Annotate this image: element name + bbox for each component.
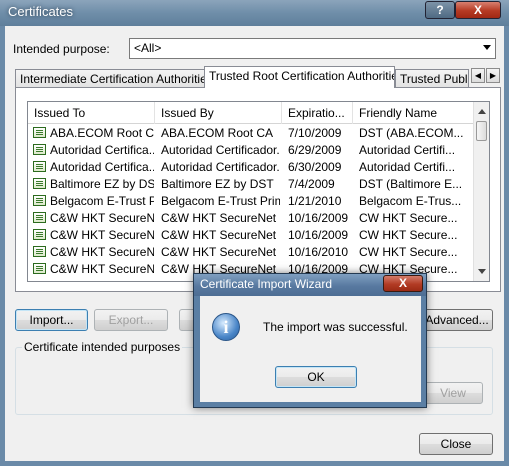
cell-expiration: 7/4/2009 bbox=[288, 177, 335, 191]
table-row[interactable]: C&W HKT SecureN... C&W HKT SecureNet ... 1… bbox=[28, 210, 475, 227]
certificate-icon bbox=[33, 263, 46, 274]
list-scrollbar[interactable] bbox=[473, 102, 489, 281]
certificate-icon bbox=[33, 246, 46, 257]
cell-issued-by: Autoridad Certificador... bbox=[161, 143, 280, 157]
cell-issued-by: ABA.ECOM Root CA bbox=[161, 126, 274, 140]
certificate-icon bbox=[33, 178, 46, 189]
certificate-icon bbox=[33, 161, 46, 172]
intended-purposes-legend: Certificate intended purposes bbox=[22, 340, 183, 354]
tab-scroll-right-icon[interactable]: ▶ bbox=[486, 68, 500, 83]
wizard-message: The import was successful. bbox=[263, 320, 408, 334]
table-row[interactable]: C&W HKT SecureN... C&W HKT SecureNet ... 1… bbox=[28, 227, 475, 244]
table-row[interactable]: C&W HKT SecureN... C&W HKT SecureNet ... 1… bbox=[28, 244, 475, 261]
cell-issued-by: Belgacom E-Trust Prim... bbox=[161, 194, 280, 208]
cell-issued-to: Autoridad Certifica... bbox=[50, 143, 154, 157]
tab-scroll-left-icon[interactable]: ◀ bbox=[471, 68, 485, 83]
cell-issued-by: C&W HKT SecureNet ... bbox=[161, 228, 280, 242]
certificate-icon bbox=[33, 212, 46, 223]
window-title: Certificates bbox=[8, 4, 74, 19]
cell-issued-to: C&W HKT SecureN... bbox=[50, 228, 154, 242]
cell-issued-to: C&W HKT SecureN... bbox=[50, 211, 154, 225]
tab-trusted-publishers[interactable]: Trusted Publi bbox=[395, 69, 469, 88]
cell-issued-to: C&W HKT SecureN... bbox=[50, 245, 154, 259]
scroll-up-icon[interactable] bbox=[478, 109, 486, 114]
intended-purpose-select[interactable]: <All> bbox=[129, 38, 496, 59]
scroll-down-icon[interactable] bbox=[478, 269, 486, 274]
list-rows: ABA.ECOM Root CA ABA.ECOM Root CA 7/10/200… bbox=[28, 125, 475, 278]
import-wizard-dialog: Certificate Import Wizard X i The import… bbox=[193, 273, 427, 408]
column-issued-to[interactable]: Issued To bbox=[28, 102, 155, 124]
cell-issued-to: Belgacom E-Trust P... bbox=[50, 194, 154, 208]
cell-expiration: 10/16/2010 bbox=[288, 245, 349, 259]
close-button[interactable]: Close bbox=[419, 433, 493, 455]
wizard-body: i The import was successful. OK bbox=[200, 296, 421, 402]
cell-expiration: 7/10/2009 bbox=[288, 126, 342, 140]
list-header: Issued To Issued By Expiratio... Friendl… bbox=[28, 102, 475, 124]
chevron-down-icon[interactable] bbox=[483, 45, 491, 50]
column-issued-by[interactable]: Issued By bbox=[155, 102, 282, 124]
intended-purpose-label: Intended purpose: bbox=[13, 42, 110, 56]
wizard-close-button[interactable]: X bbox=[383, 275, 423, 292]
table-row[interactable]: Autoridad Certifica... Autoridad Certific… bbox=[28, 142, 475, 159]
cell-issued-by: Autoridad Certificador... bbox=[161, 160, 280, 174]
cell-issued-to: Autoridad Certifica... bbox=[50, 160, 154, 174]
cell-issued-by: Baltimore EZ by DST bbox=[161, 177, 274, 191]
certificate-icon bbox=[33, 127, 46, 138]
cell-issued-to: Baltimore EZ by DST bbox=[50, 177, 154, 191]
scroll-thumb[interactable] bbox=[476, 121, 487, 141]
info-icon: i bbox=[212, 313, 240, 341]
table-row[interactable]: Autoridad Certifica... Autoridad Certific… bbox=[28, 159, 475, 176]
cell-friendly-name: Autoridad Certifi... bbox=[359, 143, 456, 157]
cell-issued-by: C&W HKT SecureNet ... bbox=[161, 211, 280, 225]
column-expiration[interactable]: Expiratio... bbox=[282, 102, 353, 124]
title-bar[interactable]: Certificates ? X bbox=[0, 0, 509, 26]
ok-button[interactable]: OK bbox=[275, 366, 357, 388]
certificate-store-tabs: Intermediate Certification Authorities T… bbox=[15, 66, 501, 88]
export-button[interactable]: Export... bbox=[94, 309, 168, 331]
cell-issued-by: C&W HKT SecureNet ... bbox=[161, 245, 280, 259]
tab-panel: Issued To Issued By Expiratio... Friendl… bbox=[15, 87, 501, 292]
view-button[interactable]: View bbox=[423, 382, 483, 404]
table-row[interactable]: Belgacom E-Trust P... Belgacom E-Trust Pr… bbox=[28, 193, 475, 210]
certificate-icon bbox=[33, 195, 46, 206]
table-row[interactable]: Baltimore EZ by DST Baltimore EZ by DST 7/… bbox=[28, 176, 475, 193]
cell-friendly-name: CW HKT Secure... bbox=[359, 228, 458, 242]
window-close-button[interactable]: X bbox=[455, 1, 501, 19]
cell-expiration: 1/21/2010 bbox=[288, 194, 342, 208]
cell-friendly-name: CW HKT Secure... bbox=[359, 245, 458, 259]
tab-intermediate-ca[interactable]: Intermediate Certification Authorities bbox=[15, 69, 207, 88]
cell-friendly-name: Belgacom E-Trus... bbox=[359, 194, 462, 208]
table-row[interactable]: ABA.ECOM Root CA ABA.ECOM Root CA 7/10/200… bbox=[28, 125, 475, 142]
cell-friendly-name: DST (Baltimore E... bbox=[359, 177, 463, 191]
cell-expiration: 10/16/2009 bbox=[288, 228, 349, 242]
cell-expiration: 6/30/2009 bbox=[288, 160, 342, 174]
certificate-icon bbox=[33, 144, 46, 155]
cell-expiration: 6/29/2009 bbox=[288, 143, 342, 157]
cell-friendly-name: Autoridad Certifi... bbox=[359, 160, 456, 174]
column-friendly-name[interactable]: Friendly Name bbox=[353, 102, 475, 124]
import-button[interactable]: Import... bbox=[15, 309, 88, 331]
cell-issued-to: ABA.ECOM Root CA bbox=[50, 126, 154, 140]
cell-friendly-name: CW HKT Secure... bbox=[359, 211, 458, 225]
wizard-title: Certificate Import Wizard bbox=[200, 277, 333, 291]
intended-purpose-value: <All> bbox=[134, 41, 162, 55]
advanced-button[interactable]: Advanced... bbox=[421, 309, 493, 331]
cell-friendly-name: DST (ABA.ECOM... bbox=[359, 126, 464, 140]
tab-trusted-root-ca[interactable]: Trusted Root Certification Authorities bbox=[204, 66, 395, 88]
cell-expiration: 10/16/2009 bbox=[288, 211, 349, 225]
certificate-list[interactable]: Issued To Issued By Expiratio... Friendl… bbox=[27, 101, 490, 282]
cell-issued-to: C&W HKT SecureN... bbox=[50, 262, 154, 276]
certificate-icon bbox=[33, 229, 46, 240]
help-button[interactable]: ? bbox=[425, 1, 455, 19]
